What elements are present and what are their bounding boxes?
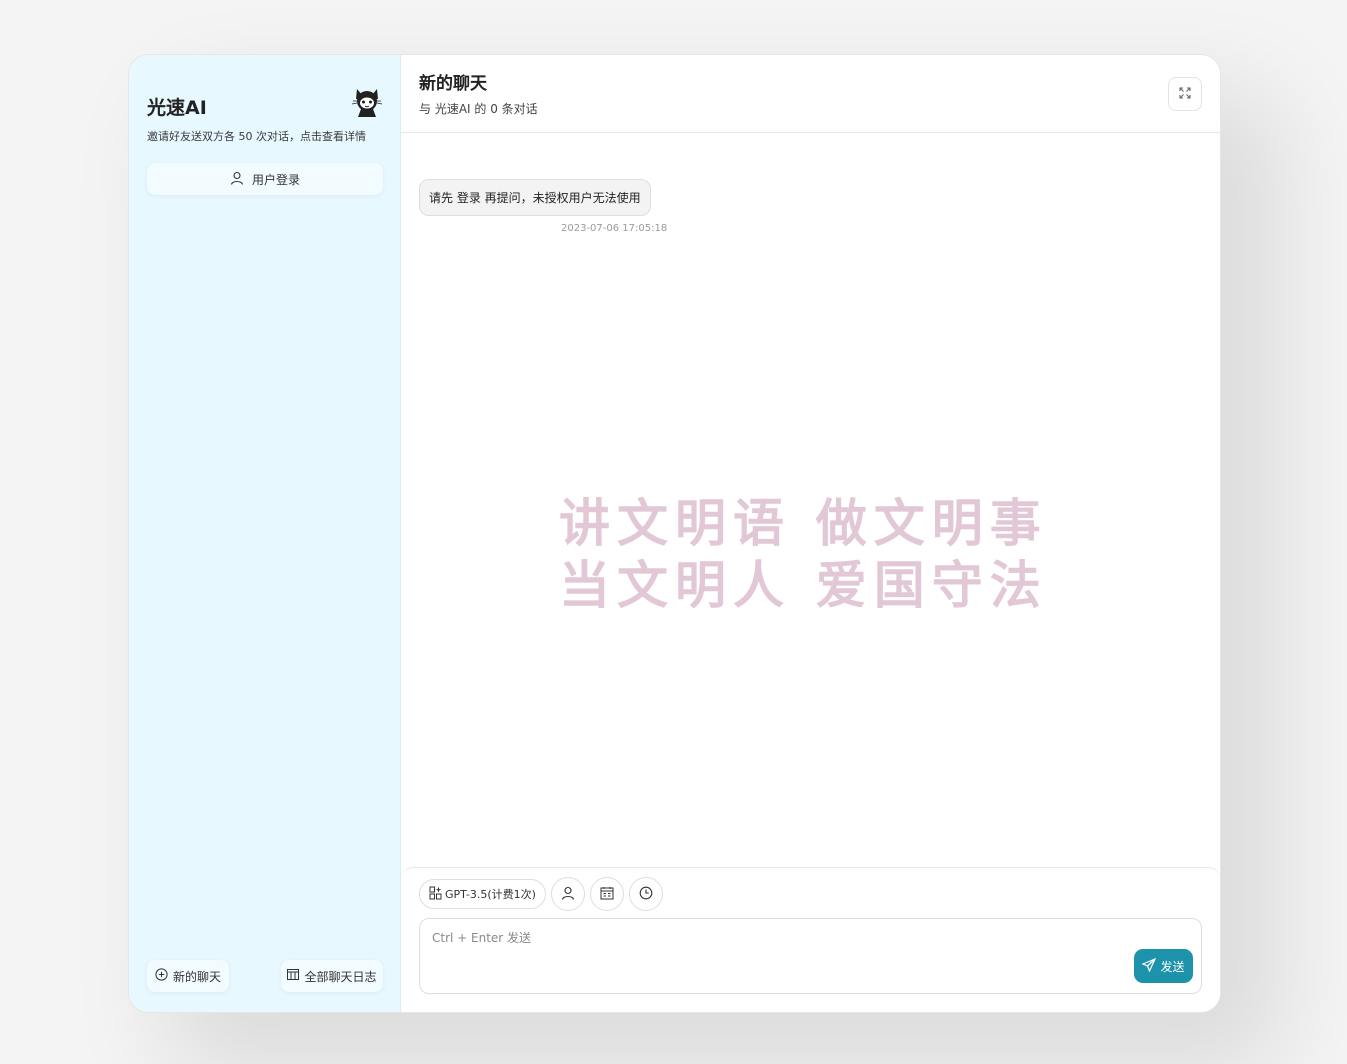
chat-toolbar: GPT-3.5(计费1次) <box>419 877 663 911</box>
role-button[interactable] <box>550 877 585 911</box>
fullscreen-button[interactable] <box>1168 77 1202 111</box>
history-button[interactable] <box>628 877 663 911</box>
chat-main: 新的聊天 与 光速AI 的 0 条对话 请先 登录 再提问，未授权用户无法使用 … <box>401 55 1220 1012</box>
apps-icon <box>429 886 443 903</box>
chat-header: 新的聊天 与 光速AI 的 0 条对话 <box>401 55 1220 133</box>
calendar-icon <box>600 885 614 904</box>
watermark-line-2: 当文明人 爱国守法 <box>559 556 1048 616</box>
new-chat-button[interactable]: 新的聊天 <box>147 960 229 992</box>
invite-promo-link[interactable]: 邀请好友送双方各 50 次对话，点击查看详情 <box>147 128 366 144</box>
table-icon <box>287 969 300 983</box>
user-icon <box>561 885 575 904</box>
cat-mascot-icon <box>349 83 385 119</box>
template-button[interactable] <box>589 877 624 911</box>
clock-icon <box>639 885 653 904</box>
prompt-input[interactable] <box>420 919 1201 993</box>
watermark: 讲文明语 做文明事 当文明人 爱国守法 <box>559 493 1079 617</box>
model-label: GPT-3.5(计费1次) <box>445 888 536 901</box>
sidebar: 光速AI 邀请好友送双方各 50 次对话，点击查看详情 用户登录 新的聊天 全部… <box>129 55 401 1012</box>
login-button[interactable]: 用户登录 <box>147 163 383 195</box>
new-chat-label: 新的聊天 <box>172 969 221 984</box>
app-window: 光速AI 邀请好友送双方各 50 次对话，点击查看详情 用户登录 新的聊天 全部… <box>128 54 1221 1013</box>
model-select-button[interactable]: GPT-3.5(计费1次) <box>419 879 546 909</box>
chat-count: 与 光速AI 的 0 条对话 <box>419 102 538 116</box>
plus-circle-icon <box>155 968 168 984</box>
send-label: 发送 <box>1160 959 1185 974</box>
input-panel: GPT-3.5(计费1次) Ctrl + Enter 发送 发送 <box>401 867 1220 1012</box>
expand-icon <box>1178 85 1192 104</box>
login-label: 用户登录 <box>251 172 300 187</box>
prompt-box: 发送 <box>419 918 1202 994</box>
send-icon <box>1141 957 1157 975</box>
all-chat-logs-button[interactable]: 全部聊天日志 <box>281 960 383 992</box>
chat-title: 新的聊天 <box>419 74 487 94</box>
user-icon <box>230 171 244 188</box>
watermark-line-1: 讲文明语 做文明事 <box>559 494 1048 554</box>
all-chat-logs-label: 全部聊天日志 <box>304 969 377 984</box>
assistant-message: 请先 登录 再提问，未授权用户无法使用 <box>419 179 651 216</box>
send-button[interactable]: 发送 <box>1134 949 1193 983</box>
brand-title: 光速AI <box>147 97 207 119</box>
message-timestamp: 2023-07-06 17:05:18 <box>561 223 668 234</box>
